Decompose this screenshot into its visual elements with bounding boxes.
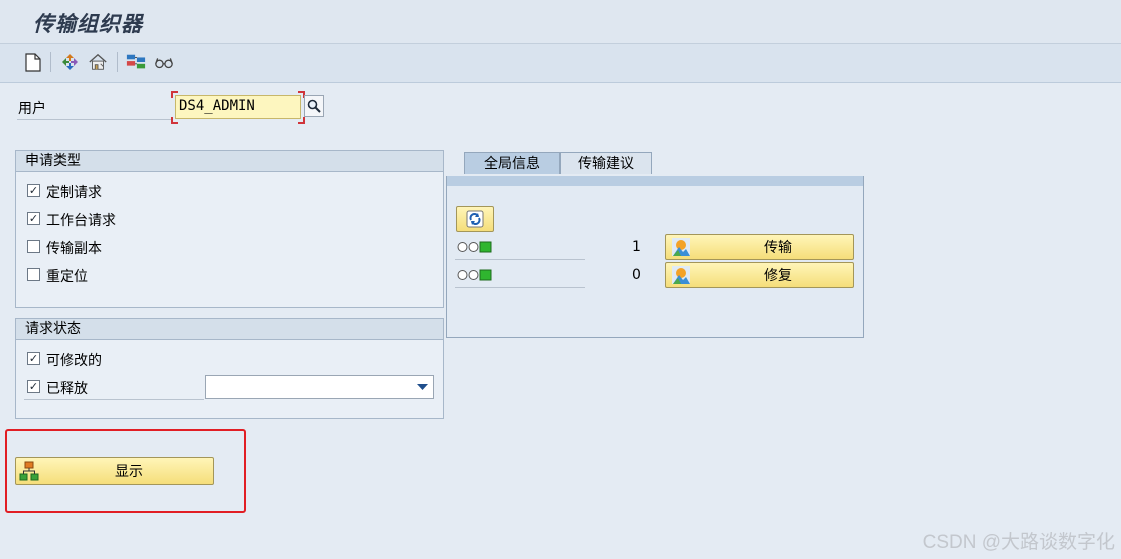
required-marker (171, 91, 178, 98)
repair-button-label: 修复 (764, 268, 792, 284)
landscape-icon (672, 266, 690, 284)
check-mark: ✓ (28, 212, 39, 225)
required-marker (298, 117, 305, 124)
request-status-title: 请求状态 (16, 319, 443, 340)
repair-count: 0 (632, 267, 641, 283)
release-period-select[interactable] (205, 375, 434, 399)
status-light-icon (457, 269, 493, 285)
checkbox-released[interactable]: ✓ (27, 380, 40, 393)
checkbox-label: 定制请求 (46, 185, 102, 201)
refresh-button[interactable] (456, 206, 494, 232)
watermark: CSDN @大路谈数字化 (922, 532, 1115, 553)
checkbox-customizing-request[interactable]: ✓ (27, 184, 40, 197)
transport-count: 1 (632, 239, 641, 255)
chevron-down-icon (417, 384, 428, 390)
checkbox-modifiable[interactable]: ✓ (27, 352, 40, 365)
highlight-box (5, 429, 246, 513)
checkbox-label: 重定位 (46, 269, 88, 285)
tab-transport-proposals[interactable]: 传输建议 (560, 152, 652, 174)
checkbox-label: 工作台请求 (46, 213, 116, 229)
checkbox-workbench-request[interactable]: ✓ (27, 212, 40, 225)
user-label: 用户 (18, 101, 46, 117)
repair-button[interactable]: 修复 (665, 262, 854, 288)
page-title: 传输组织器 (33, 11, 143, 36)
truck-icon (672, 238, 690, 256)
status-light-icon (457, 241, 493, 257)
checkbox-transport-copy[interactable] (27, 240, 40, 253)
tab-global-info[interactable]: 全局信息 (464, 152, 560, 174)
transport-button-label: 传输 (764, 240, 792, 256)
row-underline (455, 287, 585, 288)
user-input[interactable]: DS4_ADMIN (175, 95, 301, 119)
checkbox-relocation[interactable] (27, 268, 40, 281)
request-type-title: 申请类型 (16, 151, 443, 172)
check-mark: ✓ (28, 380, 39, 393)
toolbar-separator (50, 52, 51, 72)
glasses-icon[interactable] (154, 52, 174, 72)
label-underline (17, 119, 172, 120)
settings-icon[interactable] (126, 52, 146, 72)
new-document-icon[interactable] (23, 52, 43, 72)
house-icon[interactable] (88, 52, 108, 72)
transport-button[interactable]: 传输 (665, 234, 854, 260)
toolbar-separator (117, 52, 118, 72)
tab-strip (447, 176, 863, 186)
magnifier-icon (307, 99, 321, 113)
search-help-button[interactable] (304, 95, 324, 117)
label-underline (24, 399, 204, 400)
checkbox-label: 已释放 (46, 381, 88, 397)
required-marker (171, 117, 178, 124)
refresh-icon (466, 210, 484, 228)
title-bar (0, 0, 1121, 44)
organizer-icon[interactable] (60, 52, 80, 72)
row-underline (455, 259, 585, 260)
checkbox-label: 传输副本 (46, 241, 102, 257)
check-mark: ✓ (28, 352, 39, 365)
check-mark: ✓ (28, 184, 39, 197)
checkbox-label: 可修改的 (46, 353, 102, 369)
